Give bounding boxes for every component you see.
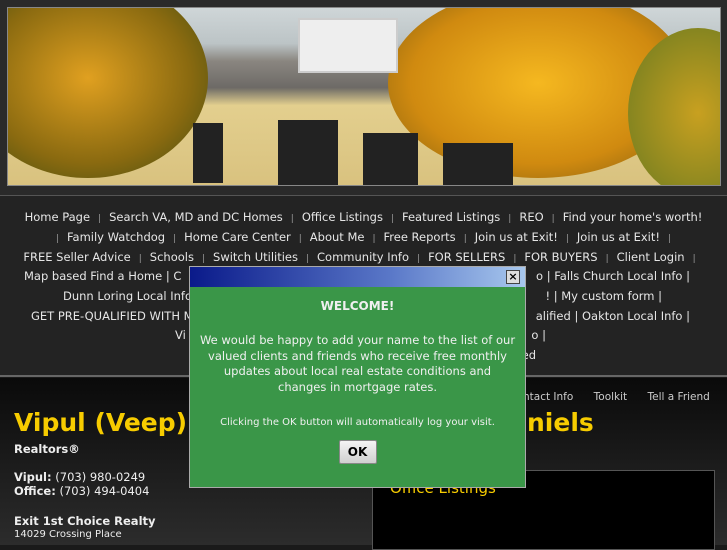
dialog-message: We would be happy to add your name to th… [199, 333, 516, 394]
phone: Vipul: (703) 980-0249 [14, 470, 146, 484]
close-icon[interactable]: × [506, 270, 520, 284]
toolkit-link[interactable]: Toolkit [594, 391, 628, 403]
nav-link[interactable]: Home Page [25, 210, 90, 224]
nav-link[interactable]: REO [519, 210, 543, 224]
nav-link[interactable]: Featured Listings [402, 210, 500, 224]
separator: | [98, 214, 102, 224]
nav-link[interactable]: Community Info [317, 250, 409, 264]
nav-link[interactable]: Join us at Exit! [577, 230, 660, 244]
separator: | [668, 234, 672, 244]
separator: | [508, 214, 512, 224]
subtitle: Realtors® [14, 442, 80, 456]
nav-link[interactable]: About Me [310, 230, 365, 244]
nav-link[interactable]: FOR BUYERS [524, 250, 597, 264]
nav-link[interactable]: Switch Utilities [213, 250, 298, 264]
nav-link[interactable]: Search VA, MD and DC Homes [109, 210, 283, 224]
nav-fragment[interactable]: Map based Find a Home | C [24, 269, 181, 283]
nav-link[interactable]: FREE Seller Advice [23, 250, 130, 264]
separator: | [605, 254, 609, 264]
nav-link[interactable]: Find your home's worth! [563, 210, 703, 224]
separator: | [551, 214, 555, 224]
office-phone: Office: (703) 494-0404 [14, 484, 150, 498]
nav-link[interactable]: Home Care Center [184, 230, 291, 244]
tell-a-friend-link[interactable]: Tell a Friend [648, 391, 710, 403]
separator: | [565, 234, 569, 244]
separator: | [290, 214, 294, 224]
nav-fragment[interactable]: Vi [175, 328, 186, 342]
nav-link[interactable]: FOR SELLERS [428, 250, 505, 264]
dialog-title: WELCOME! [320, 299, 395, 313]
contact-info-link[interactable]: ntact Info [523, 391, 573, 403]
separator: | [298, 234, 302, 244]
nav-link[interactable]: Family Watchdog [67, 230, 165, 244]
separator: | [692, 254, 696, 264]
nav-fragment[interactable]: GET PRE-QUALIFIED WITH MA [31, 309, 201, 323]
header-banner [0, 0, 727, 195]
nav-fragment[interactable]: Dunn Loring Local Info [63, 289, 192, 303]
nav-fragment[interactable]: alified | Oakton Local Info | [536, 309, 690, 323]
ok-button[interactable]: OK [338, 440, 377, 464]
separator: | [305, 254, 310, 264]
separator: | [55, 234, 59, 244]
separator: | [138, 254, 142, 264]
nav-link[interactable]: Schools [150, 250, 194, 264]
company: Exit 1st Choice Realty [14, 514, 156, 528]
separator: | [372, 234, 376, 244]
separator: | [417, 254, 421, 264]
top-links: ntact Info Toolkit Tell a Friend [523, 391, 727, 403]
nav-link[interactable]: Free Reports [384, 230, 456, 244]
dialog-titlebar[interactable]: × [190, 267, 525, 287]
welcome-dialog: × WELCOME! We would be happy to add your… [189, 266, 526, 488]
separator: | [201, 254, 206, 264]
separator: | [390, 214, 394, 224]
nav-link[interactable]: Client Login [617, 250, 685, 264]
nav-fragment[interactable]: o | [531, 328, 546, 342]
address: 14029 Crossing Place [14, 529, 122, 540]
nav-link[interactable]: Join us at Exit! [475, 230, 558, 244]
nav-fragment[interactable]: o | Falls Church Local Info | [536, 269, 690, 283]
dialog-note: Clicking the OK button will automaticall… [220, 417, 495, 428]
nav-link[interactable]: Office Listings [302, 210, 383, 224]
house-photo [7, 7, 721, 186]
separator: | [463, 234, 467, 244]
nav-fragment[interactable]: ! | My custom form | [545, 289, 662, 303]
agent-name-end: niels [527, 408, 594, 437]
separator: | [513, 254, 517, 264]
separator: | [173, 234, 177, 244]
agent-name: Vipul (Veep) [14, 408, 188, 437]
